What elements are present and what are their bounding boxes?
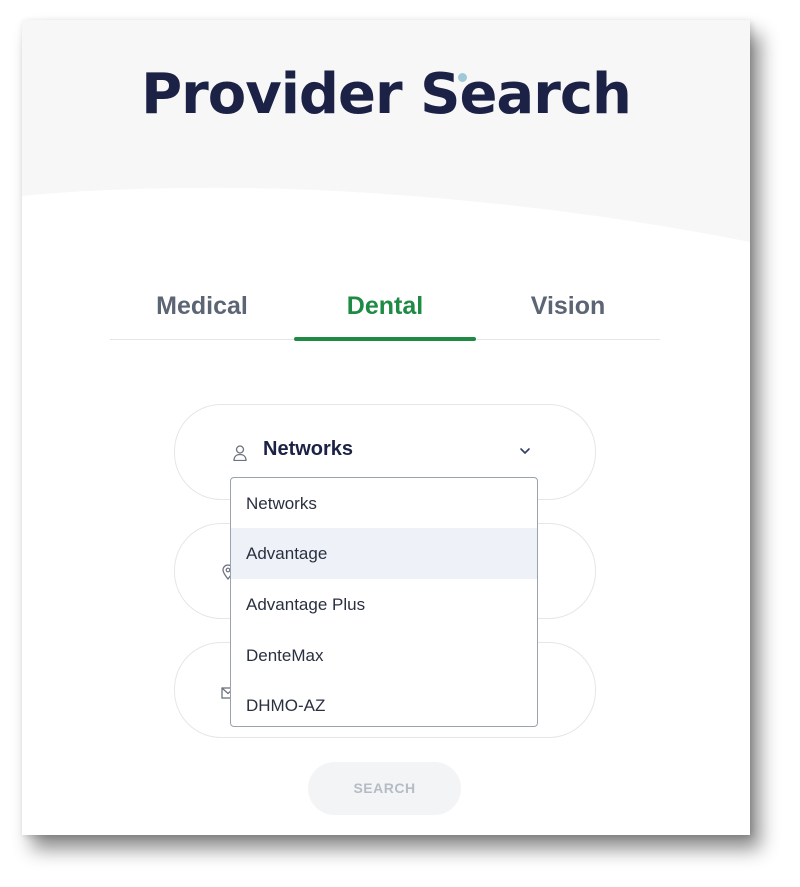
tab-dental[interactable]: Dental xyxy=(294,285,476,339)
tab-medical[interactable]: Medical xyxy=(110,285,294,339)
tab-vision[interactable]: Vision xyxy=(476,285,660,339)
coverage-tabs: Medical Dental Vision xyxy=(110,285,660,341)
active-tab-indicator xyxy=(294,337,476,341)
dropdown-option-advantage-plus[interactable]: Advantage Plus xyxy=(231,579,537,630)
chevron-down-icon[interactable] xyxy=(519,446,531,456)
dropdown-option-advantage[interactable]: Advantage xyxy=(231,528,537,579)
provider-search-card: Provider Search Medical Dental Vision Ne… xyxy=(22,20,750,835)
networks-dropdown-list: Networks Advantage Advantage Plus DenteM… xyxy=(230,477,538,727)
title-accent-dot xyxy=(458,73,467,82)
search-button[interactable]: SEARCH xyxy=(308,762,461,815)
networks-selected-value: Networks xyxy=(263,438,354,460)
dropdown-option-dhmo-az[interactable]: DHMO-AZ xyxy=(231,680,537,726)
person-icon xyxy=(233,445,247,461)
page-title: Provider Search xyxy=(141,62,632,127)
header-wave-background xyxy=(22,20,750,242)
dropdown-option-networks[interactable]: Networks xyxy=(231,478,537,529)
dropdown-option-dentemax[interactable]: DenteMax xyxy=(231,630,537,681)
